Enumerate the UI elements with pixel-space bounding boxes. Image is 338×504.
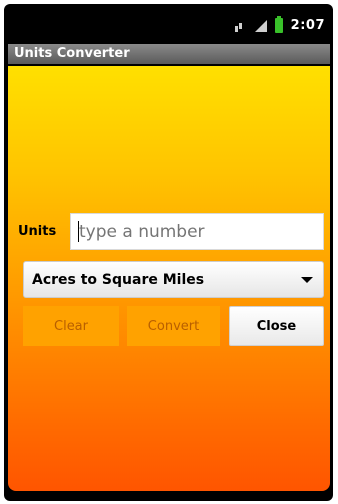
main-content: Units Acres to Square Miles Clear Conver…: [8, 66, 330, 491]
units-label: Units: [18, 224, 57, 239]
signal-icon: [234, 20, 247, 32]
battery-icon: [274, 16, 283, 33]
status-bar: 2:07: [4, 14, 333, 44]
cellular-icon: [254, 19, 267, 32]
app-title: Units Converter: [14, 46, 130, 61]
units-input[interactable]: [70, 213, 324, 250]
conversion-select[interactable]: Acres to Square Miles: [23, 261, 324, 298]
clear-button[interactable]: Clear: [23, 306, 119, 346]
status-icons: 2:07: [234, 16, 325, 33]
dropdown-arrow-icon: [301, 276, 313, 283]
close-button[interactable]: Close: [229, 306, 324, 346]
status-clock: 2:07: [290, 18, 325, 33]
text-cursor: [78, 221, 79, 242]
conversion-select-value: Acres to Square Miles: [32, 271, 205, 288]
convert-button[interactable]: Convert: [127, 306, 220, 346]
app-title-bar: Units Converter: [8, 44, 330, 64]
